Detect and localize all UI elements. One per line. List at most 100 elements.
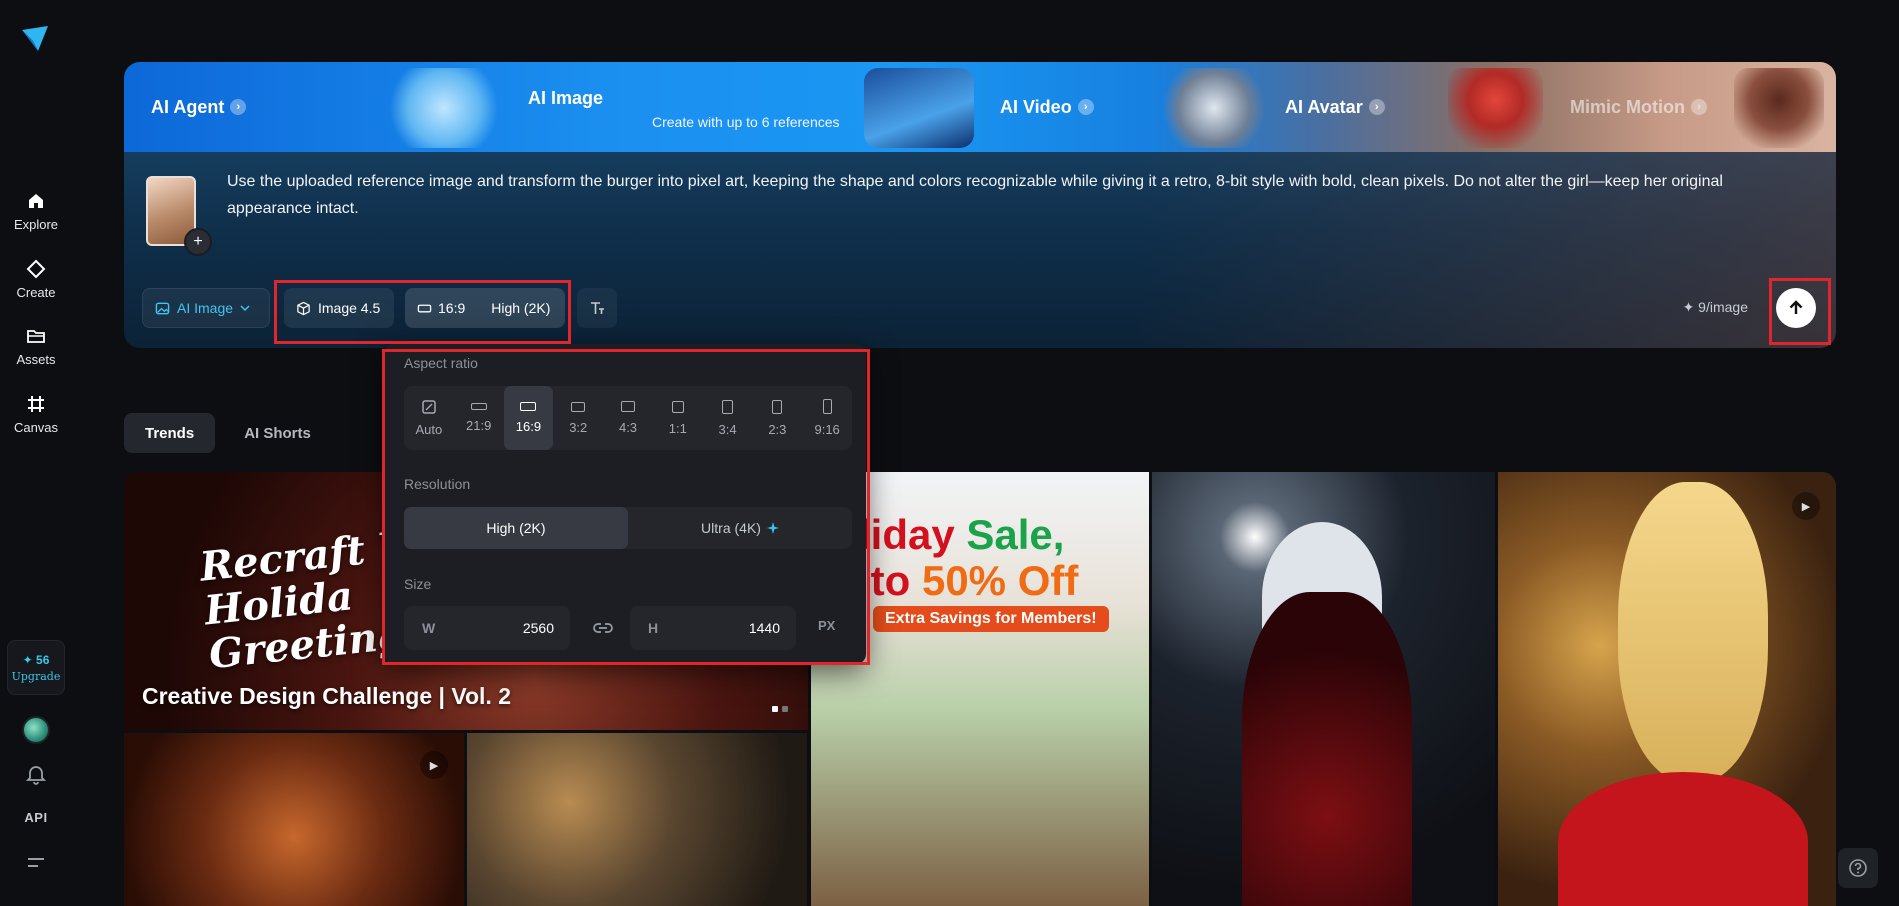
ratio-option-9-16[interactable]: 9:16 <box>802 386 852 450</box>
chevron-right-icon: › <box>230 99 247 115</box>
image-icon <box>155 302 170 314</box>
upgrade-button[interactable]: ✦ 56 Upgrade <box>7 640 65 695</box>
play-icon: ▶ <box>1792 492 1820 520</box>
ratio-option-label: 16:9 <box>515 419 542 434</box>
credits-count: ✦ 56 <box>22 652 50 667</box>
sidebar-item-explore[interactable]: Explore <box>0 190 72 232</box>
gallery-card-cave[interactable]: ▶ <box>124 733 464 906</box>
resolution-label: Resolution <box>404 476 471 492</box>
app-logo-icon[interactable] <box>20 24 50 54</box>
prompt-panel: + Use the uploaded reference image and t… <box>124 152 1836 348</box>
tab-ai-image[interactable]: AI Image <box>528 66 603 130</box>
width-input[interactable]: W 2560 <box>404 606 570 650</box>
help-button[interactable] <box>1838 848 1878 888</box>
diamond-icon <box>25 258 47 280</box>
mimic-motion-illustration <box>1448 68 1543 148</box>
ratio-shape-icon <box>571 401 586 412</box>
ratio-option-2-3[interactable]: 2:3 <box>752 386 802 450</box>
gallery-card-bokeh[interactable] <box>467 733 807 906</box>
arrow-up-icon <box>1789 300 1803 314</box>
sidebar-item-assets[interactable]: Assets <box>0 325 72 367</box>
sidebar: Explore Create Assets Canvas ✦ 56 Upgrad… <box>0 0 72 906</box>
size-label: Size <box>404 576 432 592</box>
ai-video-illustration <box>864 68 974 148</box>
resolution-option-ultra[interactable]: Ultra (4K) <box>628 507 852 549</box>
tab-mimic-motion[interactable]: Mimic Motion › <box>1570 62 1707 152</box>
menu-icon[interactable] <box>26 855 46 871</box>
ratio-option-16-9[interactable]: 16:9 <box>503 386 554 450</box>
content-tabs: Trends AI Shorts <box>124 413 332 453</box>
ratio-shape-icon <box>671 400 684 413</box>
ratio-label: 16:9 <box>438 300 466 316</box>
chevron-right-icon: › <box>1691 99 1707 115</box>
text-style-button[interactable] <box>577 288 617 328</box>
sidebar-item-create[interactable]: Create <box>0 258 72 300</box>
tab-ai-shorts[interactable]: AI Shorts <box>223 413 332 453</box>
height-key: H <box>648 620 659 636</box>
ratio-shape-icon <box>772 399 783 414</box>
sidebar-item-canvas[interactable]: Canvas <box>0 393 72 435</box>
gallery-card-gothic[interactable] <box>1152 472 1495 906</box>
height-input[interactable]: H 1440 <box>630 606 796 650</box>
resolution-label: High (2K) <box>491 300 551 316</box>
width-value: 2560 <box>522 620 554 636</box>
ai-image-illustration <box>384 68 504 148</box>
api-link[interactable]: API <box>0 810 72 825</box>
ratio-option-label: 2:3 <box>768 421 787 437</box>
model-selector[interactable]: Image 4.5 <box>284 288 394 328</box>
holiday-subbanner: Extra Savings for Members! <box>873 606 1109 632</box>
resolution-option-high[interactable]: High (2K) <box>404 507 628 549</box>
generate-button[interactable] <box>1776 288 1816 328</box>
ratio-shape-icon <box>621 401 636 412</box>
add-reference-button[interactable]: + <box>184 228 212 256</box>
holiday-line1b: Sale, <box>966 511 1065 558</box>
tab-trends[interactable]: Trends <box>124 413 216 453</box>
carousel-dots[interactable] <box>772 706 788 712</box>
auto-ratio-icon <box>422 399 436 414</box>
play-icon: ▶ <box>420 751 448 779</box>
tab-label: AI Image <box>528 87 604 108</box>
gallery-card-festive[interactable]: ▶ <box>1498 472 1836 906</box>
ratio-option-label: 9:16 <box>814 422 840 437</box>
text-format-icon <box>591 302 604 314</box>
ratio-option-auto[interactable]: Auto <box>404 386 454 450</box>
size-unit: PX <box>818 618 836 633</box>
tab-ai-agent[interactable]: AI Agent › <box>151 62 247 152</box>
resolution-options: High (2K) Ultra (4K) <box>404 507 852 549</box>
prompt-input[interactable]: Use the uploaded reference image and tra… <box>227 168 1807 222</box>
canvas-grid-icon <box>25 393 47 415</box>
tab-label: AI Video <box>1000 96 1072 117</box>
ratio-option-1-1[interactable]: 1:1 <box>653 386 703 450</box>
sidebar-item-label: Assets <box>16 352 56 367</box>
sidebar-item-label: Explore <box>13 217 59 232</box>
ratio-option-label: 3:4 <box>718 421 737 437</box>
home-icon <box>25 190 47 212</box>
ratio-option-3-2[interactable]: 3:2 <box>553 386 603 450</box>
ratio-resolution-selector[interactable]: 16:9 High (2K) <box>405 288 565 328</box>
ratio-option-3-4[interactable]: 3:4 <box>703 386 753 450</box>
link-dimensions-icon[interactable] <box>592 618 614 638</box>
ratio-shape-icon <box>520 402 537 411</box>
tab-label: Mimic Motion <box>1570 96 1685 117</box>
tab-label: AI Avatar <box>1285 96 1363 117</box>
cost-per-image: ✦ 9/image <box>1682 299 1748 315</box>
avatar[interactable] <box>22 716 50 744</box>
ratio-option-label: 4:3 <box>618 420 638 435</box>
model-label: Image 4.5 <box>318 300 381 316</box>
aspect-ratio-options: Auto 21:9 16:9 3:2 4:3 1:1 3:4 2:3 9:16 <box>404 386 852 450</box>
mimic-motion-figure <box>1734 68 1824 148</box>
resolution-option-label: High (2K) <box>486 520 546 536</box>
mode-selector[interactable]: AI Image <box>142 288 270 328</box>
feature-banner: AI Agent › AI Image Create with up to 6 … <box>124 62 1836 152</box>
bell-icon[interactable] <box>25 763 47 785</box>
ratio-shape-icon <box>470 403 487 410</box>
tab-ai-avatar[interactable]: AI Avatar › <box>1285 62 1385 152</box>
holiday-line2b: 50% Off <box>921 557 1079 604</box>
sidebar-item-label: Create <box>16 285 56 300</box>
ratio-option-21-9[interactable]: 21:9 <box>454 386 504 450</box>
aspect-ratio-popover: Aspect ratio Auto 21:9 16:9 3:2 4:3 1:1 … <box>384 344 866 664</box>
tab-ai-video[interactable]: AI Video › <box>1000 62 1094 152</box>
help-icon <box>1849 859 1867 877</box>
ratio-option-4-3[interactable]: 4:3 <box>603 386 653 450</box>
aspect-ratio-label: Aspect ratio <box>404 355 478 371</box>
